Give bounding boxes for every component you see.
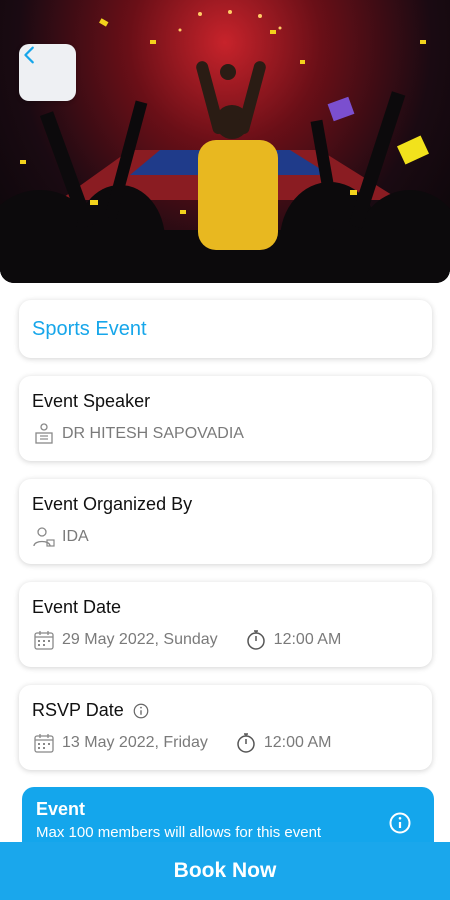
stopwatch-icon: [244, 628, 268, 652]
event-date-label: Event Date: [32, 597, 122, 617]
speaker-label: Event Speaker: [32, 391, 151, 411]
stadium-crowd-photo: [0, 10, 450, 283]
banner-subtitle: Max 100 members will allows for this eve…: [36, 824, 322, 841]
event-title-card: Sports Event: [19, 300, 432, 358]
event-title: Sports Event: [32, 317, 147, 340]
event-date-value: 29 May 2022, Sunday: [62, 631, 218, 648]
rsvp-time-value: 12:00 AM: [263, 734, 332, 751]
rsvp-date-label: RSVP Date: [32, 700, 124, 720]
info-icon[interactable]: [132, 702, 150, 720]
organizer-card: Event Organized By IDA: [19, 479, 432, 564]
organizer-label: Event Organized By: [32, 494, 193, 514]
speaker-card: Event Speaker DR HITESH SAPOVADIA: [19, 376, 432, 461]
chevron-left-icon: [24, 46, 34, 64]
info-icon[interactable]: [388, 811, 412, 840]
calendar-icon: [32, 731, 56, 755]
calendar-icon: [32, 628, 56, 652]
hero-image: [0, 0, 450, 283]
rsvp-date-value: 13 May 2022, Friday: [62, 734, 208, 751]
book-now-button[interactable]: Book Now: [0, 842, 450, 900]
speaker-name: DR HITESH SAPOVADIA: [62, 425, 244, 442]
event-date-card: Event Date 29 May 2022, Sunday 12:00 AM: [19, 582, 432, 667]
stopwatch-icon: [234, 731, 258, 755]
organizer-person-icon: [32, 525, 56, 549]
event-time-value: 12:00 AM: [273, 631, 342, 648]
organizer-name: IDA: [62, 528, 89, 545]
rsvp-date-card: RSVP Date 13 May 2022, Friday 12:00 AM: [19, 685, 432, 770]
speaker-podium-icon: [32, 422, 56, 446]
banner-title: Event: [36, 799, 86, 819]
back-button[interactable]: [19, 44, 76, 101]
